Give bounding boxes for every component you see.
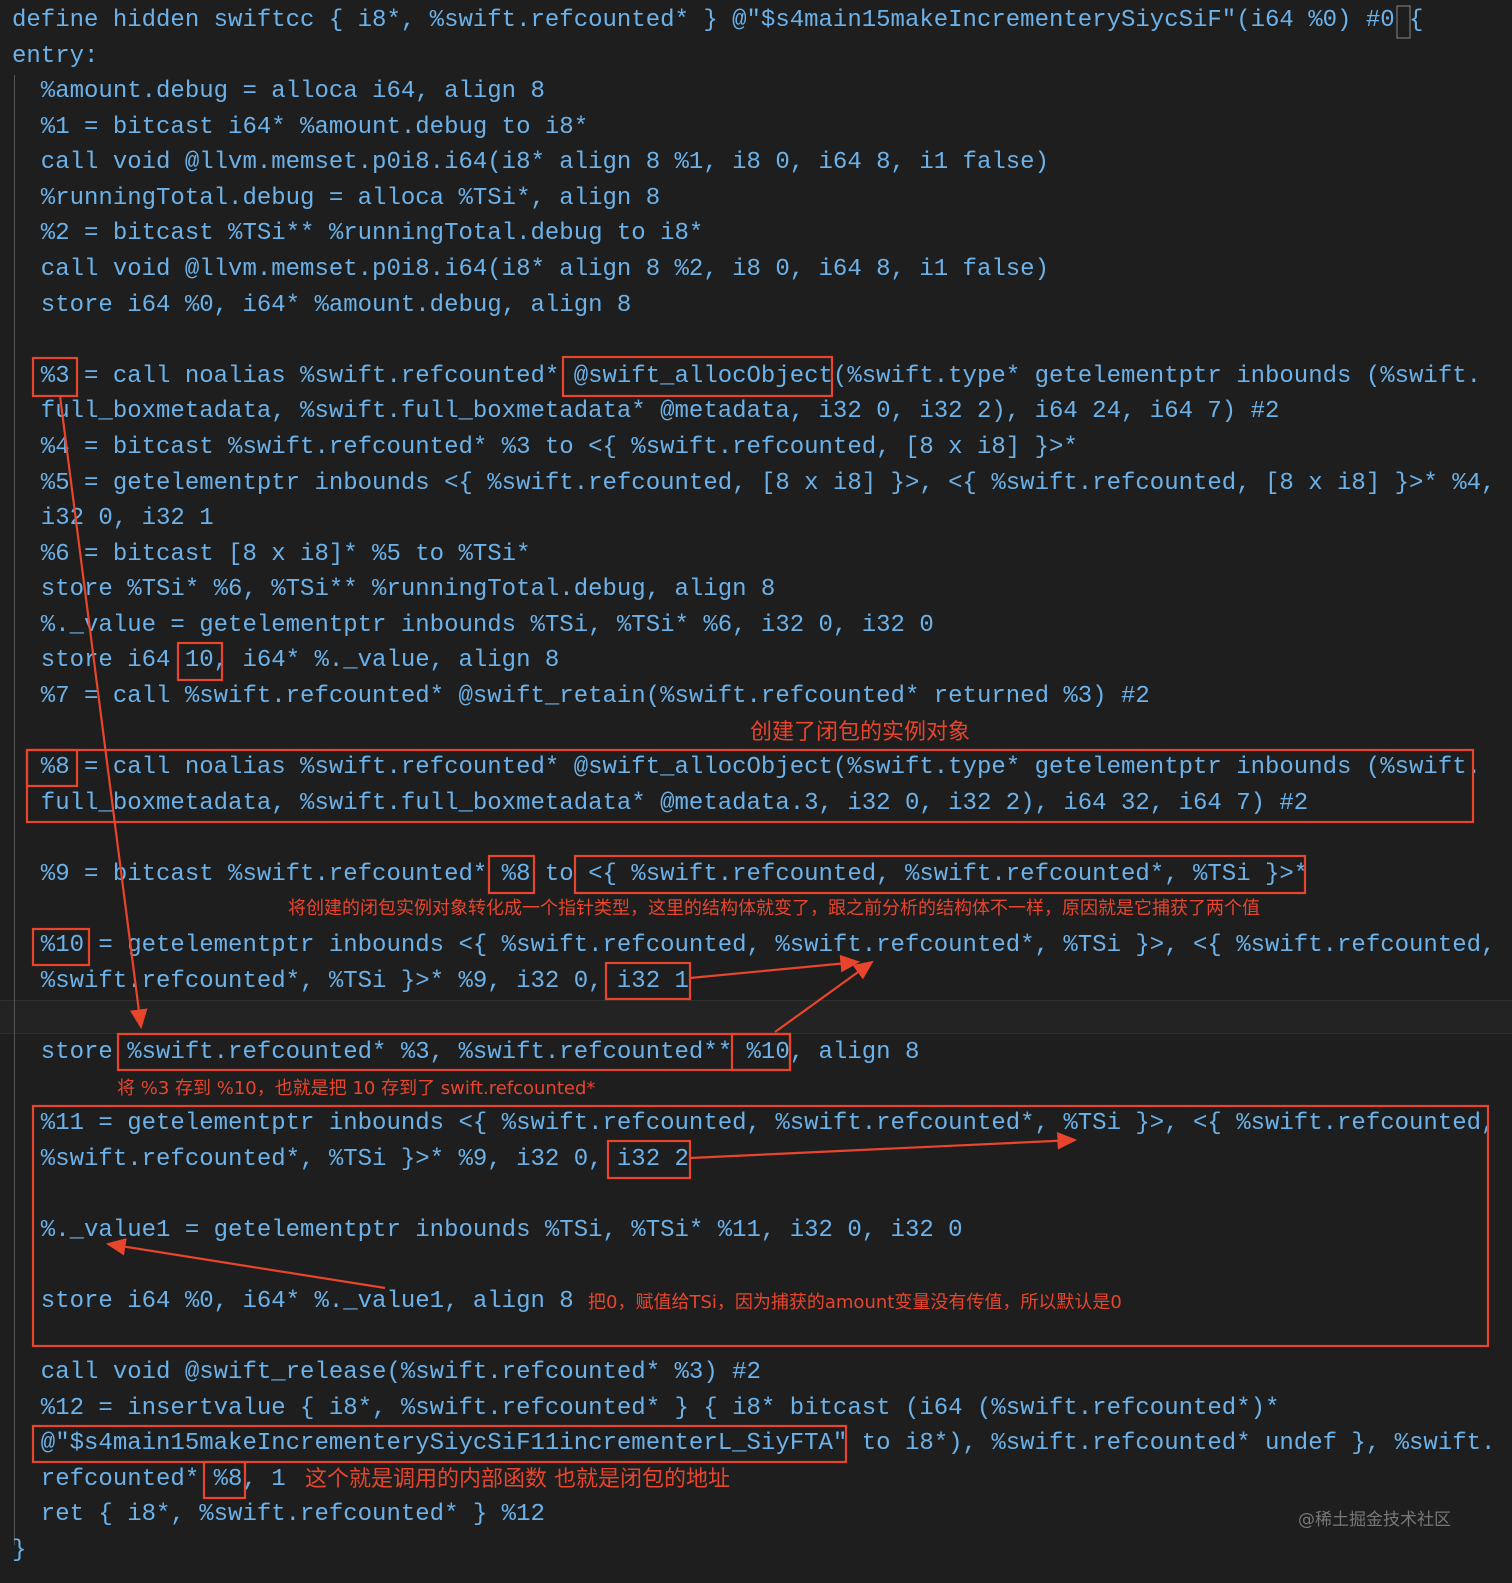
arrow-value1 <box>105 1238 386 1290</box>
highlight-box-allocobject <box>561 355 834 398</box>
highlight-box-percent8 <box>25 748 79 788</box>
highlight-box-percent8-return <box>202 1460 247 1500</box>
highlight-box-percent11-block <box>31 1104 1490 1348</box>
highlight-box-store-args <box>116 1032 792 1072</box>
arrow-i32-2 <box>689 1132 1078 1160</box>
arrow-percent3-down <box>58 395 148 1030</box>
highlight-box-percent10 <box>31 927 91 967</box>
bracket-match-highlight <box>1396 5 1411 39</box>
highlight-box-percent8-bitcast <box>487 854 536 895</box>
highlight-box-store-percent10 <box>730 1032 792 1072</box>
highlight-box-i32-2 <box>606 1139 692 1180</box>
arrow-i32-1 <box>689 954 861 980</box>
highlight-box-struct-type <box>573 854 1307 895</box>
highlight-box-value-10 <box>176 641 224 682</box>
highlight-box-i32-1 <box>604 961 692 1001</box>
highlight-box-incrementer-symbol <box>31 1424 848 1464</box>
arrow-percent10 <box>774 960 874 1033</box>
highlight-box-percent8-call <box>25 748 1475 824</box>
highlight-box-percent3 <box>31 356 79 398</box>
code-editor: define hidden swiftcc { i8*, %swift.refc… <box>0 0 1512 1583</box>
annotation-overlay <box>25 5 1490 1500</box>
